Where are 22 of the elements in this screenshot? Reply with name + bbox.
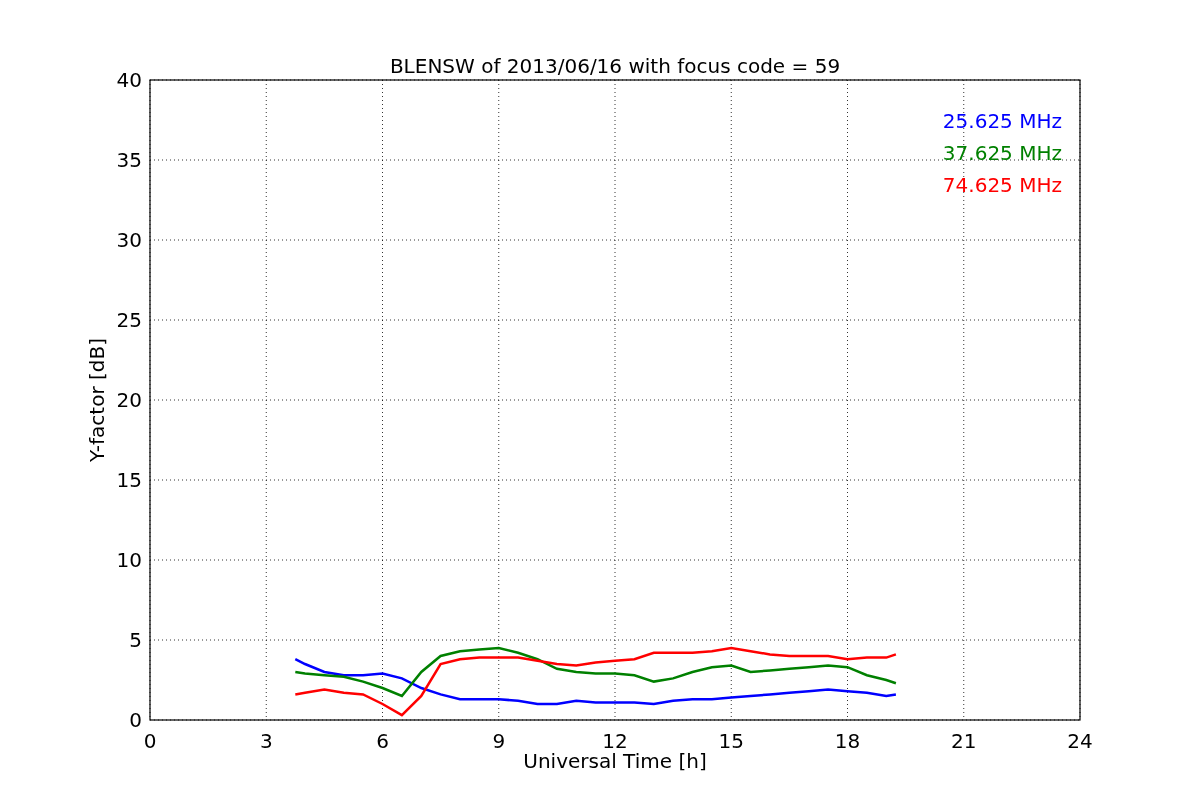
- x-tick-label: 9: [492, 729, 506, 753]
- y-tick-label: 40: [116, 68, 142, 92]
- legend-label: 74.625 MHz: [942, 173, 1062, 197]
- x-tick-label: 15: [718, 729, 744, 753]
- x-tick-label: 3: [259, 729, 273, 753]
- legend-label: 25.625 MHz: [942, 109, 1062, 133]
- y-tick-label: 30: [116, 228, 142, 252]
- x-tick-label: 24: [1067, 729, 1093, 753]
- legend-label: 37.625 MHz: [942, 141, 1062, 165]
- x-tick-label: 21: [951, 729, 977, 753]
- x-tick-label: 6: [376, 729, 389, 753]
- chart-title: BLENSW of 2013/06/16 with focus code = 59: [389, 54, 841, 78]
- y-tick-label: 20: [116, 388, 142, 412]
- y-tick-label: 35: [116, 148, 142, 172]
- y-axis-label: Y-factor [dB]: [85, 338, 109, 462]
- y-tick-label: 15: [116, 468, 142, 492]
- y-tick-label: 10: [116, 548, 142, 572]
- y-tick-label: 0: [129, 708, 142, 732]
- y-tick-label: 25: [116, 308, 142, 332]
- y-tick-label: 5: [129, 628, 142, 652]
- x-tick-label: 0: [143, 729, 157, 753]
- x-tick-label: 18: [834, 729, 861, 753]
